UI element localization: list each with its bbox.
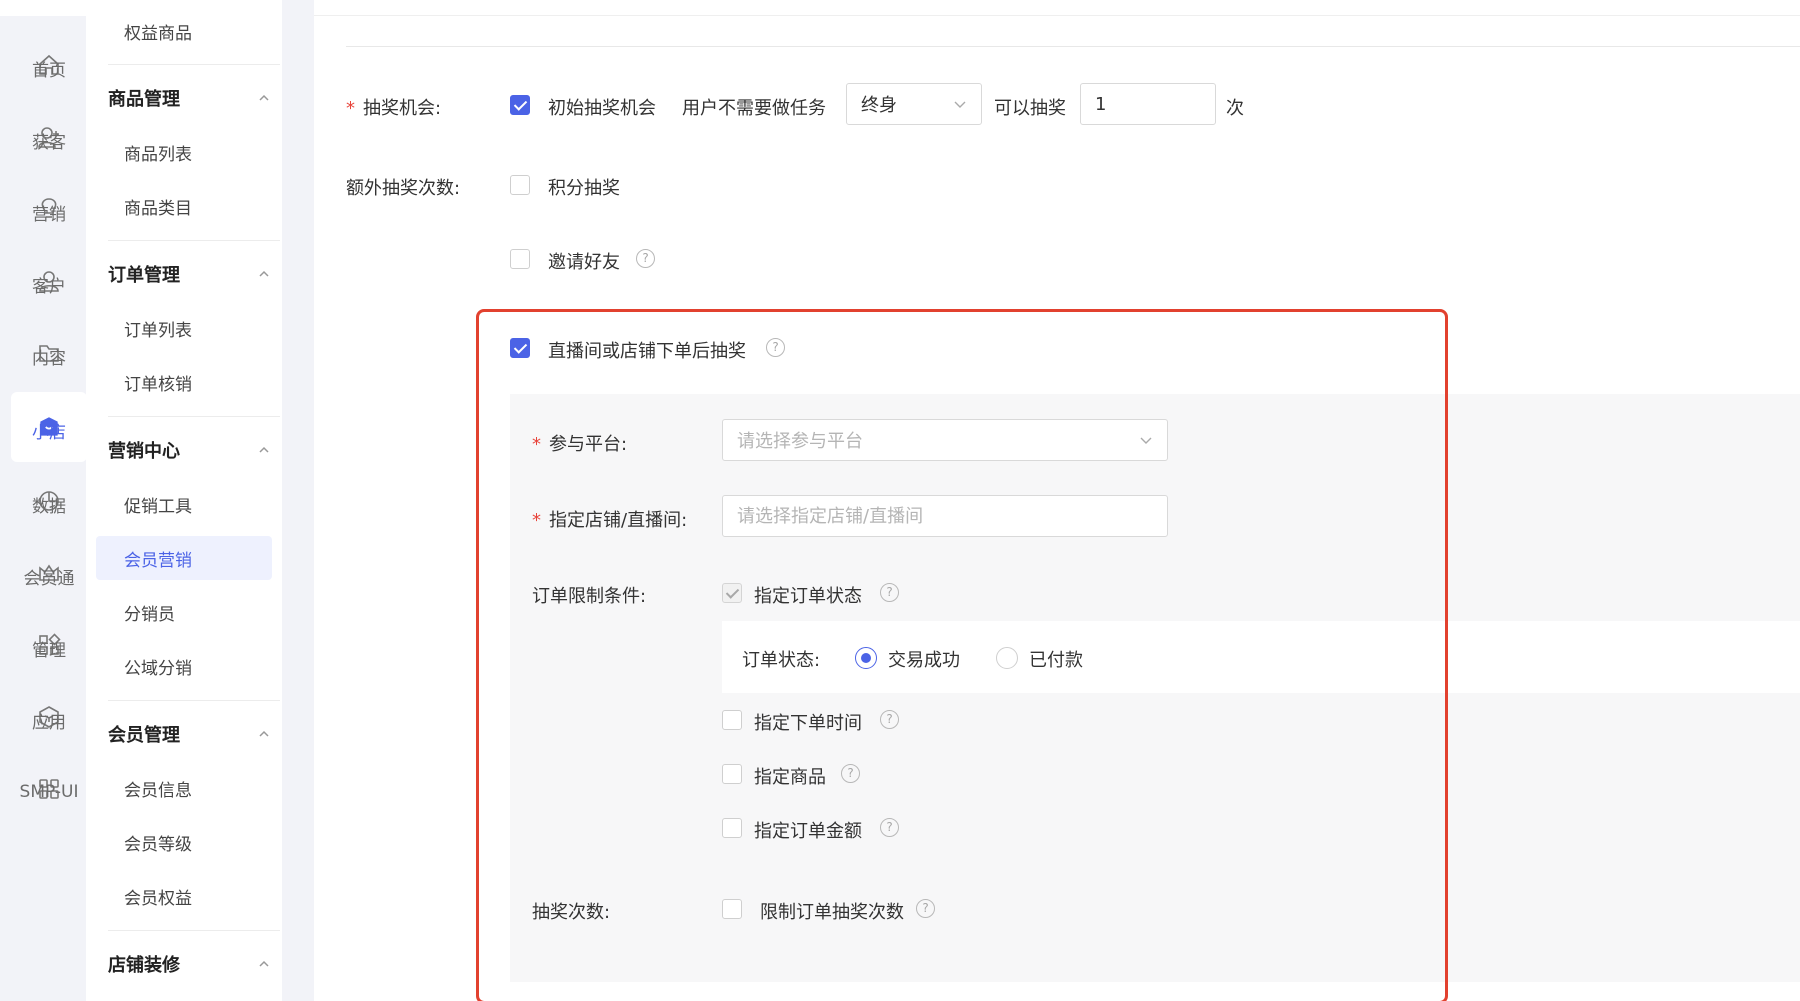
rail-item-marketing[interactable]: 营销 <box>11 174 87 244</box>
menu-item-equity-goods[interactable]: 权益商品 <box>96 9 272 53</box>
rail-item-apps[interactable]: 应用 <box>11 682 87 752</box>
menu-group-title: 营销中心 <box>108 441 180 462</box>
content-gutter <box>282 0 314 1001</box>
chance-label: * 抽奖机会: <box>346 94 441 120</box>
menu-item-member-marketing[interactable]: 会员营销 <box>96 536 272 580</box>
rail-item-acquire[interactable]: 获客 <box>11 102 87 172</box>
required-mark: * <box>346 98 355 119</box>
menu-divider <box>108 700 280 701</box>
menu-group-title: 店铺装修 <box>108 955 180 976</box>
help-icon[interactable]: ? <box>636 249 655 268</box>
draw-count-input[interactable] <box>1080 83 1216 125</box>
menu-group-goods[interactable]: 商品管理 <box>108 78 280 118</box>
menu-item-goods-category[interactable]: 商品类目 <box>96 184 272 228</box>
initial-chance-checkbox[interactable] <box>510 95 530 115</box>
rail-item-smp-ui[interactable]: SMP-UI <box>11 754 87 824</box>
top-strip <box>314 0 1800 16</box>
rail-item-shop[interactable]: 小店 <box>11 392 87 462</box>
initial-chance-label: 初始抽奖机会 <box>548 98 656 119</box>
rail-label: 会员通 <box>23 568 75 589</box>
rail-item-member[interactable]: 会员通 <box>11 538 87 608</box>
main-content: * 抽奖机会: 初始抽奖机会 用户不需要做任务 终身 可以抽奖 次 额外抽奖次数:… <box>314 16 1800 1001</box>
chevron-up-icon <box>259 270 269 277</box>
menu-group-title: 会员管理 <box>108 725 180 746</box>
menu-item-public-distribution[interactable]: 公域分销 <box>96 644 272 688</box>
icon-rail: 首页 获客 营销 客户 内容 小店 数据 会员通 管理 应用 SMP-UI <box>0 16 87 1001</box>
menu-item-member-level[interactable]: 会员等级 <box>96 820 272 864</box>
rail-label: SMP-UI <box>19 782 79 802</box>
extra-label: 额外抽奖次数: <box>346 178 461 199</box>
period-select-value: 终身 <box>861 95 897 116</box>
points-draw-label: 积分抽奖 <box>548 178 620 199</box>
invite-friends-checkbox[interactable] <box>510 249 530 269</box>
menu-group-title: 商品管理 <box>108 89 180 110</box>
can-draw-text: 可以抽奖 <box>994 98 1066 119</box>
rail-label: 客户 <box>32 276 66 297</box>
menu-divider <box>108 930 280 931</box>
rail-label: 应用 <box>32 712 66 733</box>
rail-label: 获客 <box>32 132 66 153</box>
invite-friends-label: 邀请好友 <box>548 252 620 273</box>
secondary-menu: 权益商品 商品管理 商品列表 商品类目 订单管理 订单列表 订单核销 营销中心 … <box>86 0 282 1001</box>
chevron-up-icon <box>259 730 269 737</box>
menu-item-member-rights[interactable]: 会员权益 <box>96 874 272 918</box>
rail-item-data[interactable]: 数据 <box>11 466 87 536</box>
menu-group-orders[interactable]: 订单管理 <box>108 254 280 294</box>
menu-item-order-list[interactable]: 订单列表 <box>96 306 272 350</box>
rail-label: 管理 <box>32 640 66 661</box>
section-divider <box>346 46 1800 47</box>
rail-item-manage[interactable]: 管理 <box>11 610 87 680</box>
menu-group-store-decoration[interactable]: 店铺装修 <box>108 944 280 984</box>
menu-item-member-info[interactable]: 会员信息 <box>96 766 272 810</box>
rail-label: 营销 <box>32 204 66 225</box>
chevron-up-icon <box>259 960 269 967</box>
rail-label: 首页 <box>32 60 66 81</box>
points-draw-checkbox[interactable] <box>510 175 530 195</box>
menu-group-title: 订单管理 <box>108 265 180 286</box>
highlight-box <box>476 309 1448 1001</box>
rail-item-customer[interactable]: 客户 <box>11 246 87 316</box>
rail-label: 内容 <box>32 348 66 369</box>
chevron-up-icon <box>259 446 269 453</box>
rail-item-home[interactable]: 首页 <box>11 30 87 100</box>
times-unit-text: 次 <box>1226 98 1244 119</box>
rail-label: 小店 <box>32 422 66 443</box>
menu-divider <box>108 416 280 417</box>
chance-label-text: 抽奖机会: <box>363 98 442 119</box>
period-select[interactable]: 终身 <box>846 83 982 125</box>
menu-item-promo-tools[interactable]: 促销工具 <box>96 482 272 526</box>
menu-group-marketing-center[interactable]: 营销中心 <box>108 430 280 470</box>
menu-group-members[interactable]: 会员管理 <box>108 714 280 754</box>
chevron-up-icon <box>259 94 269 101</box>
menu-item-goods-list[interactable]: 商品列表 <box>96 130 272 174</box>
no-task-text: 用户不需要做任务 <box>682 98 826 119</box>
menu-divider <box>108 64 280 65</box>
app-root: 首页 获客 营销 客户 内容 小店 数据 会员通 管理 应用 SMP-UI 权益… <box>0 0 1800 1001</box>
menu-item-distributor[interactable]: 分销员 <box>96 590 272 634</box>
chevron-down-icon <box>954 101 966 108</box>
rail-label: 数据 <box>32 496 66 517</box>
rail-item-content[interactable]: 内容 <box>11 318 87 388</box>
menu-item-order-verify[interactable]: 订单核销 <box>96 360 272 404</box>
menu-divider <box>108 240 280 241</box>
